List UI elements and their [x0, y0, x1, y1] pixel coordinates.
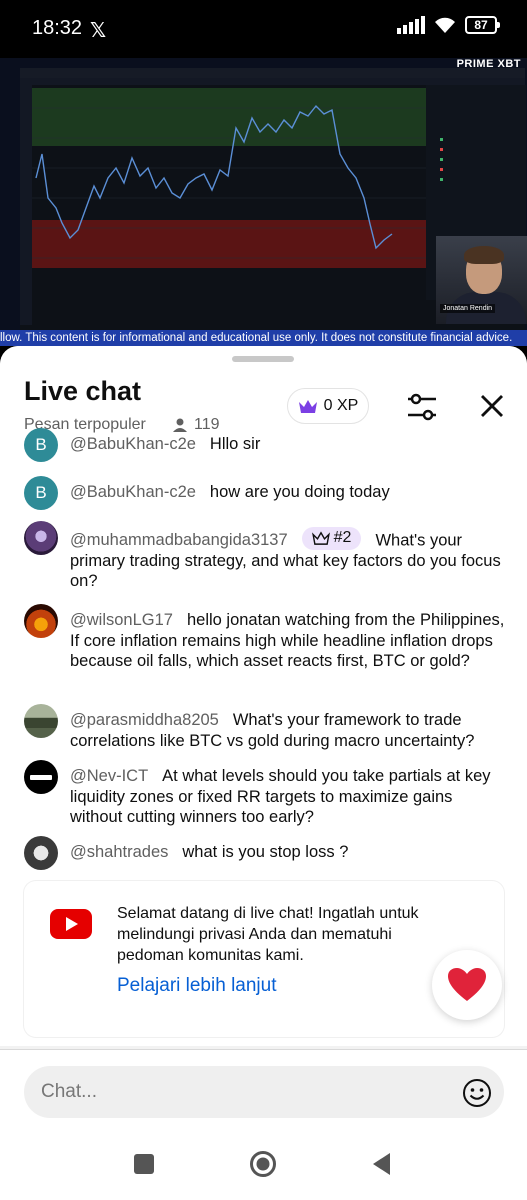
brand-watermark: PRIME XBT: [456, 58, 521, 70]
chat-title: Live chat: [24, 376, 142, 406]
status-icons: 87: [397, 16, 500, 34]
x-app-icon: 𝕏: [90, 20, 107, 42]
chat-message: B @BabuKhan-c2e how are you doing today: [24, 476, 509, 510]
chat-message: @shahtrades what is you stop loss ?: [24, 836, 509, 870]
xp-button[interactable]: 0 XP: [287, 388, 369, 424]
battery-icon: 87: [465, 16, 500, 34]
learn-more-link[interactable]: Pelajari lebih lanjut: [117, 975, 277, 997]
crown-icon: [298, 400, 317, 413]
wifi-icon: [435, 17, 455, 33]
avatar[interactable]: [24, 760, 58, 794]
streamer-webcam: Jonatan Rendin: [436, 236, 527, 324]
message-author[interactable]: @muhammadbabangida3137: [70, 531, 288, 549]
chat-message: @muhammadbabangida3137 #2 What's your prim…: [24, 521, 509, 592]
chat-input[interactable]: [24, 1066, 504, 1118]
message-text: how are you doing today: [209, 483, 390, 501]
message-author[interactable]: @wilsonLG17: [70, 611, 173, 629]
chat-message: @wilsonLG17 hello jonatan watching from t…: [24, 604, 509, 672]
filter-settings-icon[interactable]: [404, 390, 440, 424]
home-icon[interactable]: [249, 1150, 277, 1178]
welcome-text: Selamat datang di live chat! Ingatlah un…: [117, 905, 419, 964]
drag-handle[interactable]: [232, 356, 294, 362]
crown-icon: [311, 531, 330, 546]
recent-apps-icon[interactable]: [130, 1150, 158, 1178]
close-icon[interactable]: [476, 390, 508, 422]
avatar[interactable]: [24, 704, 58, 738]
system-navigation-bar: [0, 1132, 527, 1200]
avatar[interactable]: [24, 604, 58, 638]
message-author[interactable]: @shahtrades: [70, 843, 168, 861]
chat-message: B @BabuKhan-c2e Hllo sir: [24, 428, 509, 462]
youtube-icon: [50, 909, 92, 939]
message-author[interactable]: @parasmiddha8205: [70, 711, 219, 729]
avatar[interactable]: [24, 521, 58, 555]
heart-reaction-button[interactable]: [432, 950, 502, 1020]
message-text: Hllo sir: [209, 435, 261, 453]
chat-message: @parasmiddha8205 What's your framework to…: [24, 704, 509, 751]
disclaimer-ticker: llow. This content is for informational …: [0, 330, 527, 346]
streamer-name: Jonatan Rendin: [440, 304, 496, 313]
live-chat-sheet: Live chat Pesan terpopuler 119 0 XP B @B…: [0, 346, 527, 1200]
message-author[interactable]: @BabuKhan-c2e: [70, 483, 196, 501]
status-time: 18:32: [32, 17, 83, 39]
back-icon[interactable]: [368, 1150, 396, 1178]
signal-icon: [397, 16, 425, 34]
xp-label: 0 XP: [323, 397, 359, 414]
emoji-icon[interactable]: [462, 1078, 492, 1108]
member-badge: #2: [301, 527, 362, 550]
message-text: what is you stop loss ?: [182, 843, 349, 861]
message-author[interactable]: @Nev-ICT: [70, 767, 148, 785]
heart-icon: [448, 968, 486, 1001]
avatar[interactable]: [24, 836, 58, 870]
welcome-card: Selamat datang di live chat! Ingatlah un…: [24, 881, 504, 1037]
chat-message: @Nev-ICT At what levels should you take p…: [24, 760, 509, 828]
message-author[interactable]: @BabuKhan-c2e: [70, 435, 196, 453]
avatar[interactable]: B: [24, 428, 58, 462]
status-bar: 18:32 𝕏 87: [0, 0, 527, 58]
avatar[interactable]: B: [24, 476, 58, 510]
video-player[interactable]: PRIME XBT Jonatan Rendin llow. This cont…: [0, 58, 527, 346]
